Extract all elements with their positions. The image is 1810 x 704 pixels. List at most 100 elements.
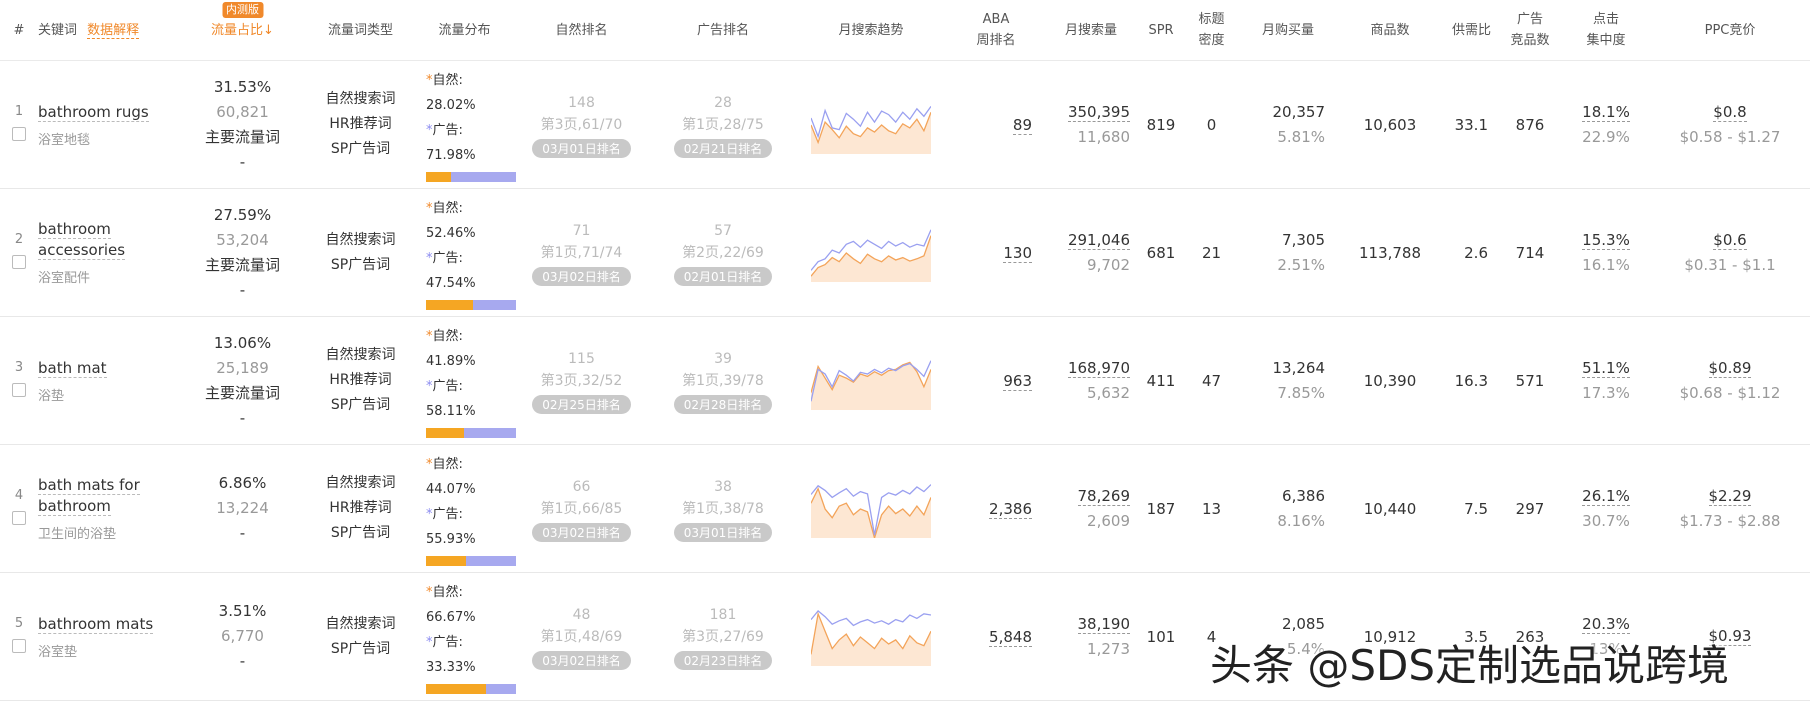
table-row[interactable]: 4 bath mats for bathroom 卫生间的浴垫 6.86% 13… — [0, 444, 1810, 573]
col-supply[interactable]: 供需比 — [1445, 0, 1498, 61]
monthly-sub: 9,702 — [1087, 255, 1130, 274]
keyword-en[interactable]: bath mats for bathroom — [38, 476, 140, 516]
trend-sparkline[interactable] — [810, 220, 932, 282]
col-click[interactable]: 点击 集中度 — [1562, 0, 1650, 61]
aba-rank[interactable]: 89 — [1012, 115, 1032, 135]
col-ppc[interactable]: PPC竞价 — [1650, 0, 1810, 61]
data-explain-link[interactable]: 数据解释 — [87, 22, 140, 39]
share-num: 25,189 — [216, 358, 269, 377]
keyword-cn: 浴室地毯 — [38, 132, 91, 148]
ad-rank-date[interactable]: 03月01日排名 — [673, 522, 773, 542]
click-sub: 22.9% — [1582, 127, 1630, 146]
density-cell: 0 — [1182, 60, 1241, 189]
share-num: 13,224 — [216, 499, 269, 517]
purchase-cell: 7,305 2.51% — [1241, 188, 1335, 317]
aba-rank[interactable]: 130 — [1003, 243, 1032, 263]
monthly-search[interactable]: 291,046 — [1067, 230, 1130, 250]
col-adprod[interactable]: 广告 竞品数 — [1498, 0, 1562, 61]
ad-rank-date[interactable]: 02月23日排名 — [673, 650, 773, 670]
trend-cell — [792, 316, 950, 445]
col-purchase[interactable]: 月购买量 — [1241, 0, 1335, 61]
row-checkbox[interactable] — [12, 255, 26, 269]
trend-sparkline[interactable] — [810, 348, 932, 410]
natural-rank-cell: 66 第1页,66/85 03月02日排名 — [509, 444, 654, 573]
ppc-bid[interactable]: $0.89 — [1708, 358, 1752, 378]
keyword-en[interactable]: bath mat — [38, 358, 107, 378]
ad-rank-page: 第2页,22/69 — [682, 244, 764, 261]
keyword-cell: bathroom rugs 浴室地毯 — [38, 60, 184, 189]
click-concentration[interactable]: 18.1% — [1582, 102, 1630, 122]
purchase-cell: 13,264 7.85% — [1241, 316, 1335, 445]
click-concentration[interactable]: 26.1% — [1582, 486, 1630, 506]
table-row[interactable]: 1 bathroom rugs 浴室地毯 31.53% 60,821 主要流量词… — [0, 60, 1810, 189]
dist-cell: *自然: 44.07% *广告: 55.93% — [420, 444, 516, 573]
keyword-en[interactable]: bathroom mats — [38, 614, 154, 634]
natural-rank-date[interactable]: 03月01日排名 — [532, 138, 631, 158]
table-row[interactable]: 3 bath mat 浴垫 13.06% 25,189 主要流量词 - 自然搜索… — [0, 316, 1810, 445]
click-sub: 30.7% — [1582, 511, 1630, 530]
ppc-bid[interactable]: $0.8 — [1713, 102, 1747, 122]
purchase: 20,357 — [1272, 102, 1326, 121]
col-spr[interactable]: SPR — [1140, 0, 1182, 61]
natural-label: 自然: — [432, 584, 463, 600]
trend-sparkline[interactable] — [810, 604, 932, 666]
col-aba[interactable]: ABA 周排名 — [950, 0, 1042, 61]
aba-rank[interactable]: 963 — [1003, 371, 1032, 391]
share-num: 6,770 — [221, 627, 264, 645]
ad-rank-date[interactable]: 02月21日排名 — [673, 138, 773, 158]
monthly-cell: 38,190 1,273 — [1042, 572, 1140, 701]
click-cell: 18.1% 22.9% — [1562, 60, 1650, 189]
row-checkbox[interactable] — [12, 383, 26, 397]
density-cell: 47 — [1182, 316, 1241, 445]
dist-cell: *自然: 41.89% *广告: 58.11% — [420, 316, 516, 445]
monthly-search[interactable]: 350,395 — [1067, 102, 1130, 122]
ad-rank-page: 第3页,27/69 — [682, 628, 764, 645]
monthly-sub: 5,632 — [1087, 383, 1130, 402]
row-checkbox[interactable] — [12, 639, 26, 653]
row-checkbox[interactable] — [12, 127, 26, 141]
ppc-bid[interactable]: $0.6 — [1713, 230, 1747, 250]
ad-pct: 71.98% — [426, 147, 476, 163]
click-sub: 16.1% — [1582, 255, 1630, 274]
supply-cell: 7.5 — [1445, 444, 1498, 573]
col-monthly[interactable]: 月搜索量 — [1042, 0, 1140, 61]
col-share[interactable]: 内测版 流量占比↓ — [184, 0, 301, 61]
dist-cell: *自然: 28.02% *广告: 71.98% — [420, 60, 516, 189]
density-cell: 13 — [1182, 444, 1241, 573]
click-concentration[interactable]: 51.1% — [1582, 358, 1630, 378]
natural-rank-date[interactable]: 02月25日排名 — [532, 394, 631, 414]
trend-sparkline[interactable] — [810, 92, 932, 154]
natural-rank-date[interactable]: 03月02日排名 — [532, 650, 631, 670]
ad-rank-date[interactable]: 02月01日排名 — [673, 266, 773, 286]
adprod-cell: 571 — [1498, 316, 1562, 445]
monthly-search[interactable]: 78,269 — [1077, 486, 1130, 506]
natural-rank: 66 — [572, 478, 591, 495]
trend-sparkline[interactable] — [810, 476, 932, 540]
ppc-bid[interactable]: $2.29 — [1708, 486, 1752, 506]
click-cell: 26.1% 30.7% — [1562, 444, 1650, 573]
table-row[interactable]: 2 bathroom accessories 浴室配件 27.59% 53,20… — [0, 188, 1810, 317]
monthly-search[interactable]: 38,190 — [1077, 614, 1130, 634]
share-dash: - — [239, 652, 246, 670]
natural-rank-date[interactable]: 03月02日排名 — [532, 266, 631, 286]
col-density[interactable]: 标题 密度 — [1182, 0, 1241, 61]
keyword-en[interactable]: bathroom accessories — [38, 220, 126, 260]
purchase-pct: 2.51% — [1277, 255, 1325, 274]
monthly-search[interactable]: 168,970 — [1067, 358, 1130, 378]
purchase-pct: 8.16% — [1277, 511, 1325, 530]
ad-rank-date[interactable]: 02月28日排名 — [673, 394, 773, 414]
click-concentration[interactable]: 20.3% — [1582, 614, 1630, 634]
keyword-type: 自然搜索词 — [325, 91, 396, 107]
ad-rank-cell: 57 第2页,22/69 02月01日排名 — [654, 188, 792, 317]
aba-rank[interactable]: 5,848 — [989, 627, 1032, 647]
row-checkbox[interactable] — [12, 511, 26, 525]
monthly-sub: 11,680 — [1077, 127, 1131, 146]
col-products[interactable]: 商品数 — [1335, 0, 1445, 61]
natural-rank-date[interactable]: 03月02日排名 — [532, 522, 631, 542]
ad-pct: 33.33% — [426, 659, 476, 675]
ppc-range: $0.68 - $1.12 — [1679, 383, 1781, 402]
click-concentration[interactable]: 15.3% — [1582, 230, 1630, 250]
aba-cell: 89 — [950, 60, 1042, 189]
aba-rank[interactable]: 2,386 — [989, 499, 1032, 519]
keyword-en[interactable]: bathroom rugs — [38, 102, 149, 122]
